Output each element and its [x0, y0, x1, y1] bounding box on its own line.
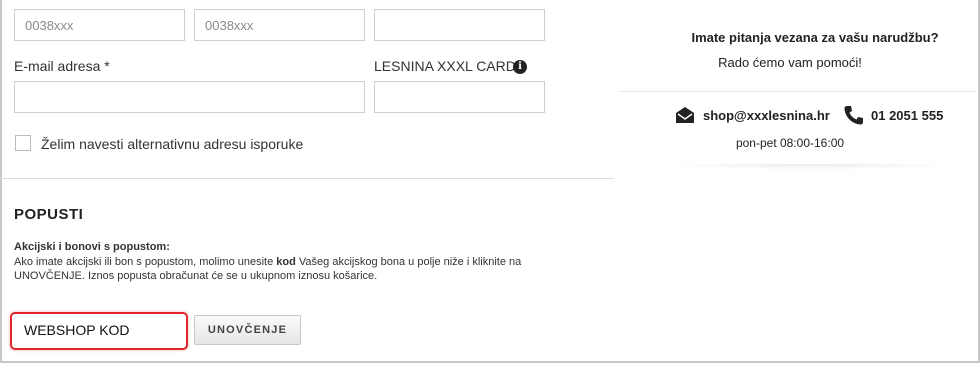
email-field[interactable]	[14, 81, 365, 113]
help-panel-shadow	[660, 164, 960, 170]
mail-icon	[675, 106, 695, 129]
help-divider	[620, 91, 976, 92]
redeem-button[interactable]: UNOVČENJE	[194, 315, 301, 345]
discounts-subtitle: Akcijski i bonovi s popustom:	[14, 241, 170, 253]
coupon-code-input[interactable]	[15, 316, 182, 344]
help-email-link[interactable]: shop@xxxlesnina.hr	[703, 108, 830, 123]
phone-icon	[843, 104, 865, 131]
phone-prefix-input[interactable]	[14, 9, 185, 41]
discounts-description: Ako imate akcijski ili bon s popustom, m…	[14, 256, 522, 282]
extra-field-input[interactable]	[374, 9, 545, 41]
phone-number-input[interactable]	[194, 9, 365, 41]
help-question: Imate pitanja vezana za vašu narudžbu?	[691, 30, 939, 45]
alt-address-label[interactable]: Želim navesti alternativnu adresu isporu…	[41, 136, 303, 152]
help-offer: Rado ćemo vam pomoći!	[718, 55, 862, 70]
discounts-title: POPUSTI	[14, 206, 84, 223]
help-phone-link[interactable]: 01 2051 555	[871, 108, 943, 123]
info-icon[interactable]: i	[513, 60, 527, 74]
card-number-input[interactable]	[374, 81, 545, 113]
help-hours: pon-pet 08:00-16:00	[735, 136, 845, 150]
section-divider	[0, 178, 614, 179]
card-label: LESNINA XXXL CARD	[374, 58, 516, 74]
alt-address-checkbox[interactable]	[15, 135, 31, 151]
email-label: E-mail adresa *	[14, 58, 110, 74]
